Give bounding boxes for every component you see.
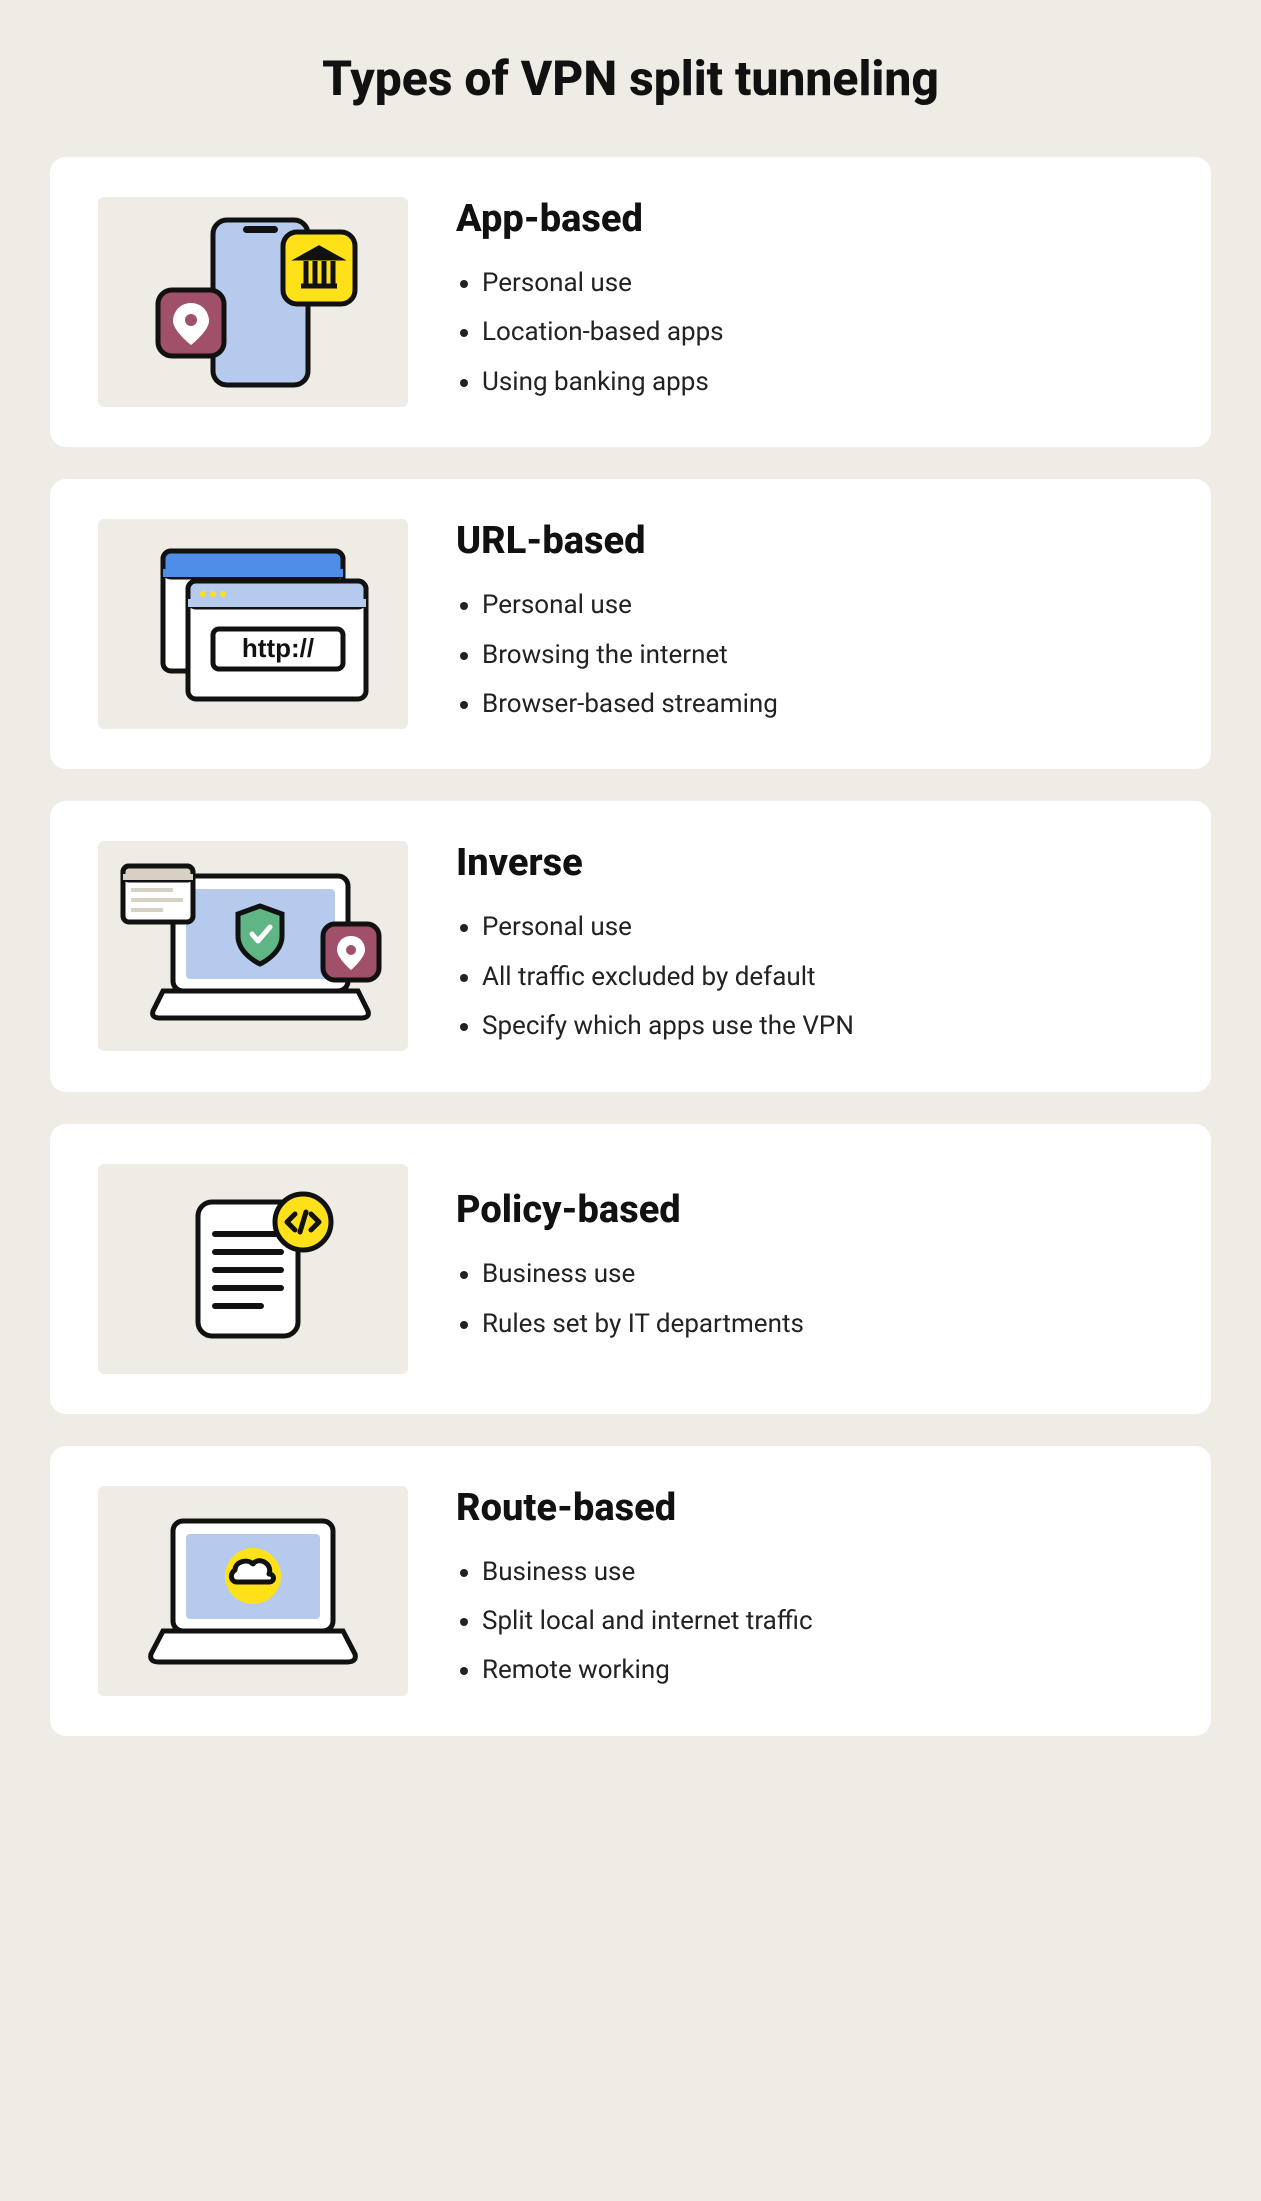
inverse-illustration	[98, 841, 408, 1051]
list-item: Personal use	[482, 581, 1163, 630]
route-based-illustration	[98, 1486, 408, 1696]
phone-bank-pin-icon	[138, 212, 368, 392]
card-url-based: http:// URL-based Personal use Browsing …	[50, 479, 1211, 769]
bullet-list: Personal use All traffic excluded by def…	[456, 903, 1163, 1051]
bullet-list: Personal use Location-based apps Using b…	[456, 259, 1163, 407]
list-item: Remote working	[482, 1646, 1163, 1695]
laptop-shield-pin-icon	[113, 856, 393, 1036]
card-heading: App-based	[456, 197, 1163, 241]
bullet-list: Personal use Browsing the internet Brows…	[456, 581, 1163, 729]
list-item: Location-based apps	[482, 308, 1163, 357]
app-based-illustration	[98, 197, 408, 407]
bullet-list: Business use Rules set by IT departments	[456, 1250, 1163, 1349]
card-heading: URL-based	[456, 519, 1163, 563]
card-inverse: Inverse Personal use All traffic exclude…	[50, 801, 1211, 1091]
list-item: Browsing the internet	[482, 631, 1163, 680]
browser-windows-icon: http://	[133, 539, 373, 709]
document-code-icon	[153, 1184, 353, 1354]
list-item: Browser-based streaming	[482, 680, 1163, 729]
card-heading: Policy-based	[456, 1188, 1163, 1232]
page-title: Types of VPN split tunneling	[50, 50, 1211, 107]
list-item: Business use	[482, 1250, 1163, 1299]
list-item: All traffic excluded by default	[482, 953, 1163, 1002]
list-item: Using banking apps	[482, 358, 1163, 407]
list-item: Business use	[482, 1548, 1163, 1597]
laptop-cloud-icon	[133, 1506, 373, 1676]
url-based-illustration: http://	[98, 519, 408, 729]
card-app-based: App-based Personal use Location-based ap…	[50, 157, 1211, 447]
card-heading: Route-based	[456, 1486, 1163, 1530]
policy-based-illustration	[98, 1164, 408, 1374]
svg-text:http://: http://	[242, 633, 314, 663]
list-item: Personal use	[482, 259, 1163, 308]
card-heading: Inverse	[456, 841, 1163, 885]
card-route-based: Route-based Business use Split local and…	[50, 1446, 1211, 1736]
list-item: Personal use	[482, 903, 1163, 952]
list-item: Rules set by IT departments	[482, 1300, 1163, 1349]
card-policy-based: Policy-based Business use Rules set by I…	[50, 1124, 1211, 1414]
list-item: Specify which apps use the VPN	[482, 1002, 1163, 1051]
bullet-list: Business use Split local and internet tr…	[456, 1548, 1163, 1696]
list-item: Split local and internet traffic	[482, 1597, 1163, 1646]
